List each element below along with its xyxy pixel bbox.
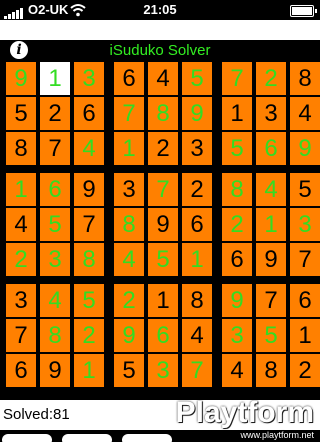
- sudoku-cell-r8-c2[interactable]: 8: [40, 319, 70, 352]
- sudoku-cell-r8-c1[interactable]: 7: [6, 319, 36, 352]
- sudoku-cell-r7-c4[interactable]: 2: [114, 284, 144, 317]
- sudoku-cell-r4-c4[interactable]: 3: [114, 173, 144, 206]
- sudoku-cell-r2-c1[interactable]: 5: [6, 97, 36, 130]
- sudoku-cell-r1-c9[interactable]: 8: [290, 62, 320, 95]
- sudoku-cell-r4-c6[interactable]: 2: [182, 173, 212, 206]
- sudoku-cell-r2-c5[interactable]: 8: [148, 97, 178, 130]
- bottom-button-3[interactable]: [122, 434, 172, 446]
- sudoku-cell-r7-c2[interactable]: 4: [40, 284, 70, 317]
- sudoku-cell-r6-c5[interactable]: 5: [148, 243, 178, 276]
- sudoku-cell-r9-c9[interactable]: 2: [290, 354, 320, 387]
- sudoku-cell-r7-c9[interactable]: 6: [290, 284, 320, 317]
- sudoku-cell-r4-c3[interactable]: 9: [74, 173, 104, 206]
- sudoku-cell-r6-c9[interactable]: 7: [290, 243, 320, 276]
- sudoku-board: 9136457285267891348741235691693728454578…: [0, 60, 320, 400]
- sudoku-cell-r7-c6[interactable]: 8: [182, 284, 212, 317]
- sudoku-cell-r1-c5[interactable]: 4: [148, 62, 178, 95]
- sudoku-cell-r4-c8[interactable]: 4: [256, 173, 286, 206]
- sudoku-cell-r5-c6[interactable]: 6: [182, 208, 212, 241]
- sudoku-cell-r1-c1[interactable]: 9: [6, 62, 36, 95]
- sudoku-cell-r8-c8[interactable]: 5: [256, 319, 286, 352]
- sudoku-cell-r1-c7[interactable]: 7: [222, 62, 252, 95]
- sudoku-cell-r2-c2[interactable]: 2: [40, 97, 70, 130]
- watermark-logo: Playtform: [175, 396, 314, 429]
- sudoku-cell-r5-c1[interactable]: 4: [6, 208, 36, 241]
- sudoku-cell-r7-c1[interactable]: 3: [6, 284, 36, 317]
- sudoku-cell-r9-c8[interactable]: 8: [256, 354, 286, 387]
- sudoku-cell-r2-c4[interactable]: 7: [114, 97, 144, 130]
- sudoku-cell-r1-c2[interactable]: 1: [40, 62, 70, 95]
- sudoku-cell-r1-c3[interactable]: 3: [74, 62, 104, 95]
- sudoku-cell-r6-c7[interactable]: 6: [222, 243, 252, 276]
- sudoku-cell-r3-c8[interactable]: 6: [256, 132, 286, 165]
- sudoku-cell-r3-c6[interactable]: 3: [182, 132, 212, 165]
- bottom-button-2[interactable]: [62, 434, 112, 446]
- bottom-button-1[interactable]: [2, 434, 52, 446]
- title-bar: iSuduko Solver: [0, 40, 320, 60]
- info-button[interactable]: i: [10, 41, 28, 59]
- sudoku-cell-r4-c1[interactable]: 1: [6, 173, 36, 206]
- sudoku-cell-r1-c6[interactable]: 5: [182, 62, 212, 95]
- sudoku-cell-r6-c3[interactable]: 8: [74, 243, 104, 276]
- sudoku-cell-r3-c1[interactable]: 8: [6, 132, 36, 165]
- sudoku-cell-r5-c5[interactable]: 9: [148, 208, 178, 241]
- sudoku-cell-r7-c7[interactable]: 9: [222, 284, 252, 317]
- solved-count: Solved:81: [3, 406, 70, 423]
- sudoku-cell-r8-c5[interactable]: 6: [148, 319, 178, 352]
- sudoku-cell-r6-c1[interactable]: 2: [6, 243, 36, 276]
- sudoku-cell-r3-c2[interactable]: 7: [40, 132, 70, 165]
- sudoku-cell-r7-c3[interactable]: 5: [74, 284, 104, 317]
- sudoku-cell-r2-c9[interactable]: 4: [290, 97, 320, 130]
- sudoku-cell-r5-c8[interactable]: 1: [256, 208, 286, 241]
- status-time: 21:05: [143, 2, 177, 17]
- sudoku-cell-r7-c5[interactable]: 1: [148, 284, 178, 317]
- sudoku-cell-r2-c8[interactable]: 3: [256, 97, 286, 130]
- sudoku-cell-r8-c4[interactable]: 9: [114, 319, 144, 352]
- sudoku-cell-r3-c4[interactable]: 1: [114, 132, 144, 165]
- sudoku-cell-r1-c8[interactable]: 2: [256, 62, 286, 95]
- sudoku-cell-r3-c3[interactable]: 4: [74, 132, 104, 165]
- sudoku-cell-r9-c3[interactable]: 1: [74, 354, 104, 387]
- sudoku-cell-r9-c5[interactable]: 3: [148, 354, 178, 387]
- sudoku-cell-r8-c3[interactable]: 2: [74, 319, 104, 352]
- sudoku-cell-r4-c9[interactable]: 5: [290, 173, 320, 206]
- sudoku-cell-r4-c7[interactable]: 8: [222, 173, 252, 206]
- sudoku-cell-r2-c7[interactable]: 1: [222, 97, 252, 130]
- sudoku-cell-r3-c9[interactable]: 9: [290, 132, 320, 165]
- sudoku-cell-r1-c4[interactable]: 6: [114, 62, 144, 95]
- sudoku-cell-r4-c5[interactable]: 7: [148, 173, 178, 206]
- battery-icon: [290, 5, 317, 17]
- sudoku-cell-r8-c9[interactable]: 1: [290, 319, 320, 352]
- sudoku-cell-r5-c4[interactable]: 8: [114, 208, 144, 241]
- sudoku-cell-r3-c7[interactable]: 5: [222, 132, 252, 165]
- sudoku-cell-r7-c8[interactable]: 7: [256, 284, 286, 317]
- sudoku-cell-r5-c3[interactable]: 7: [74, 208, 104, 241]
- sudoku-cell-r5-c2[interactable]: 5: [40, 208, 70, 241]
- sudoku-cell-r9-c7[interactable]: 4: [222, 354, 252, 387]
- sudoku-cell-r3-c5[interactable]: 2: [148, 132, 178, 165]
- sudoku-cell-r9-c4[interactable]: 5: [114, 354, 144, 387]
- sudoku-cell-r6-c4[interactable]: 4: [114, 243, 144, 276]
- sudoku-cell-r8-c6[interactable]: 4: [182, 319, 212, 352]
- sudoku-cell-r6-c8[interactable]: 9: [256, 243, 286, 276]
- sudoku-cell-r5-c9[interactable]: 3: [290, 208, 320, 241]
- spacer: [0, 20, 320, 40]
- sudoku-cell-r2-c6[interactable]: 9: [182, 97, 212, 130]
- app-title: iSuduko Solver: [109, 42, 211, 59]
- status-bar: O2-UK 21:05: [0, 0, 320, 20]
- watermark-url: www.playtform.net: [240, 430, 314, 440]
- sudoku-cell-r9-c6[interactable]: 7: [182, 354, 212, 387]
- sudoku-cell-r2-c3[interactable]: 6: [74, 97, 104, 130]
- sudoku-cell-r4-c2[interactable]: 6: [40, 173, 70, 206]
- sudoku-cell-r8-c7[interactable]: 3: [222, 319, 252, 352]
- sudoku-cell-r9-c1[interactable]: 6: [6, 354, 36, 387]
- sudoku-cell-r6-c2[interactable]: 3: [40, 243, 70, 276]
- sudoku-cell-r5-c7[interactable]: 2: [222, 208, 252, 241]
- sudoku-cell-r9-c2[interactable]: 9: [40, 354, 70, 387]
- sudoku-cell-r6-c6[interactable]: 1: [182, 243, 212, 276]
